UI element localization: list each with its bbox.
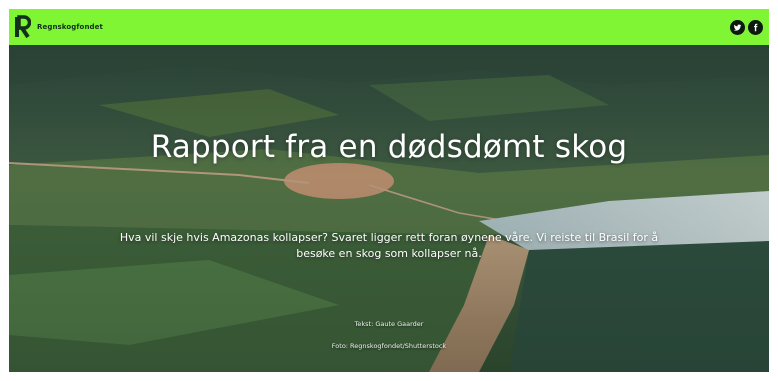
- brand-link[interactable]: Regnskogfondet: [13, 15, 103, 39]
- brand-name: Regnskogfondet: [37, 23, 103, 31]
- regnskogfondet-logo-icon: [15, 15, 31, 39]
- social-links: [730, 19, 763, 35]
- page-title: Rapport fra en dødsdømt skog: [150, 129, 628, 165]
- page-frame: Regnskogfondet Rapport fra en dødsdømt s…: [9, 9, 769, 372]
- article-lede: Hva vil skje hvis Amazonas kollapser? Sv…: [119, 231, 659, 260]
- facebook-icon: [754, 23, 758, 31]
- author-credit: Tekst: Gaute Gaarder: [354, 320, 424, 328]
- twitter-icon: [733, 23, 742, 31]
- hero-section: Rapport fra en dødsdømt skog Hva vil skj…: [9, 45, 769, 372]
- photo-credit: Foto: Regnskogfondet/Shutterstock: [331, 342, 447, 350]
- top-bar: Regnskogfondet: [9, 9, 769, 45]
- facebook-button[interactable]: [748, 19, 763, 35]
- twitter-button[interactable]: [730, 19, 745, 35]
